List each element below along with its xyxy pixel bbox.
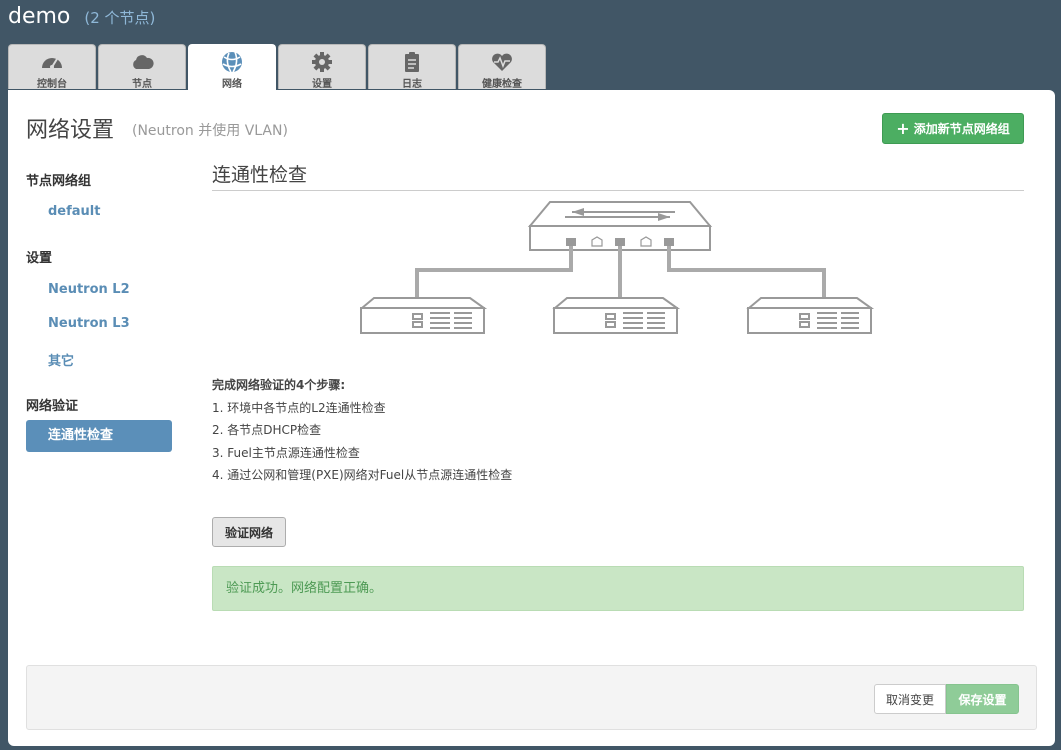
- network-settings-panel: 网络设置 (Neutron 并使用 VLAN) + 添加新节点网络组 节点网络组…: [8, 90, 1055, 746]
- dashboard-icon: [42, 58, 62, 69]
- sidebar-item-default[interactable]: default: [48, 204, 100, 219]
- tab-label: 日志: [402, 79, 422, 90]
- tab-label: 网络: [222, 79, 242, 90]
- step-item: 1. 环境中各节点的L2连通性检查: [212, 400, 386, 415]
- environment-node-count[interactable]: (2 个节点): [84, 7, 155, 28]
- page-title: 网络设置: [26, 118, 115, 143]
- tab-health-check[interactable]: 健康检查: [458, 44, 546, 90]
- connectivity-check-content: 连通性检查 完成网络验证的4个步骤: 1. 环境中各节点的L2连通性检查 2. …: [212, 160, 1024, 611]
- sidebar-item-other[interactable]: 其它: [48, 350, 74, 369]
- tab-label: 节点: [132, 79, 152, 90]
- sidebar-item-connectivity-check[interactable]: 连通性检查: [26, 420, 172, 452]
- tab-network[interactable]: 网络: [188, 44, 276, 91]
- server-icon: [360, 297, 488, 334]
- footer-bar: 取消变更 保存设置: [26, 665, 1037, 730]
- environment-name: demo: [8, 4, 71, 29]
- cancel-changes-button[interactable]: 取消变更: [874, 684, 946, 714]
- verify-network-button[interactable]: 验证网络: [212, 517, 286, 547]
- sidebar-item-neutron-l2[interactable]: Neutron L2: [48, 282, 130, 297]
- server-icon: [746, 297, 875, 334]
- network-globe-icon: [222, 51, 242, 73]
- network-topology-diagram: [360, 201, 875, 334]
- tab-label: 设置: [312, 79, 332, 90]
- network-cables: [415, 246, 826, 298]
- add-node-network-group-label: 添加新节点网络组: [913, 122, 1010, 136]
- tab-settings[interactable]: 设置: [278, 44, 366, 90]
- environment-header: demo (2 个节点): [8, 4, 155, 36]
- sidebar-item-neutron-l3[interactable]: Neutron L3: [48, 316, 130, 331]
- verification-steps: 完成网络验证的4个步骤: 1. 环境中各节点的L2连通性检查 2. 各节点DHC…: [212, 374, 512, 487]
- tab-label: 控制台: [37, 79, 67, 90]
- cloud-icon: [133, 55, 154, 69]
- page-subtitle: (Neutron 并使用 VLAN): [132, 123, 288, 139]
- tab-nodes[interactable]: 节点: [98, 44, 186, 90]
- step-item: 2. 各节点DHCP检查: [212, 423, 322, 437]
- step-item: 3. Fuel主节点源连通性检查: [212, 445, 360, 460]
- tab-label: 健康检查: [482, 79, 522, 90]
- server-icon: [552, 297, 681, 334]
- add-node-network-group-button[interactable]: + 添加新节点网络组: [882, 113, 1024, 144]
- section-title: 连通性检查: [212, 160, 1024, 191]
- verification-success-alert: 验证成功。网络配置正确。: [212, 566, 1024, 611]
- heart-pulse-icon: [492, 53, 512, 71]
- steps-title: 完成网络验证的4个步骤:: [212, 378, 346, 392]
- sidebar-heading-settings: 设置: [26, 251, 53, 266]
- step-item: 4. 通过公网和管理(PXE)网络对Fuel从节点源连通性检查: [212, 468, 513, 482]
- tab-logs[interactable]: 日志: [368, 44, 456, 90]
- clipboard-icon: [405, 52, 419, 72]
- sidebar-heading-node-network-groups: 节点网络组: [26, 174, 92, 189]
- gear-icon: [312, 52, 332, 72]
- tab-dashboard[interactable]: 控制台: [8, 44, 96, 90]
- sidebar-heading-network-verification: 网络验证: [26, 399, 79, 414]
- plus-icon: +: [896, 119, 910, 138]
- save-settings-button[interactable]: 保存设置: [946, 684, 1019, 714]
